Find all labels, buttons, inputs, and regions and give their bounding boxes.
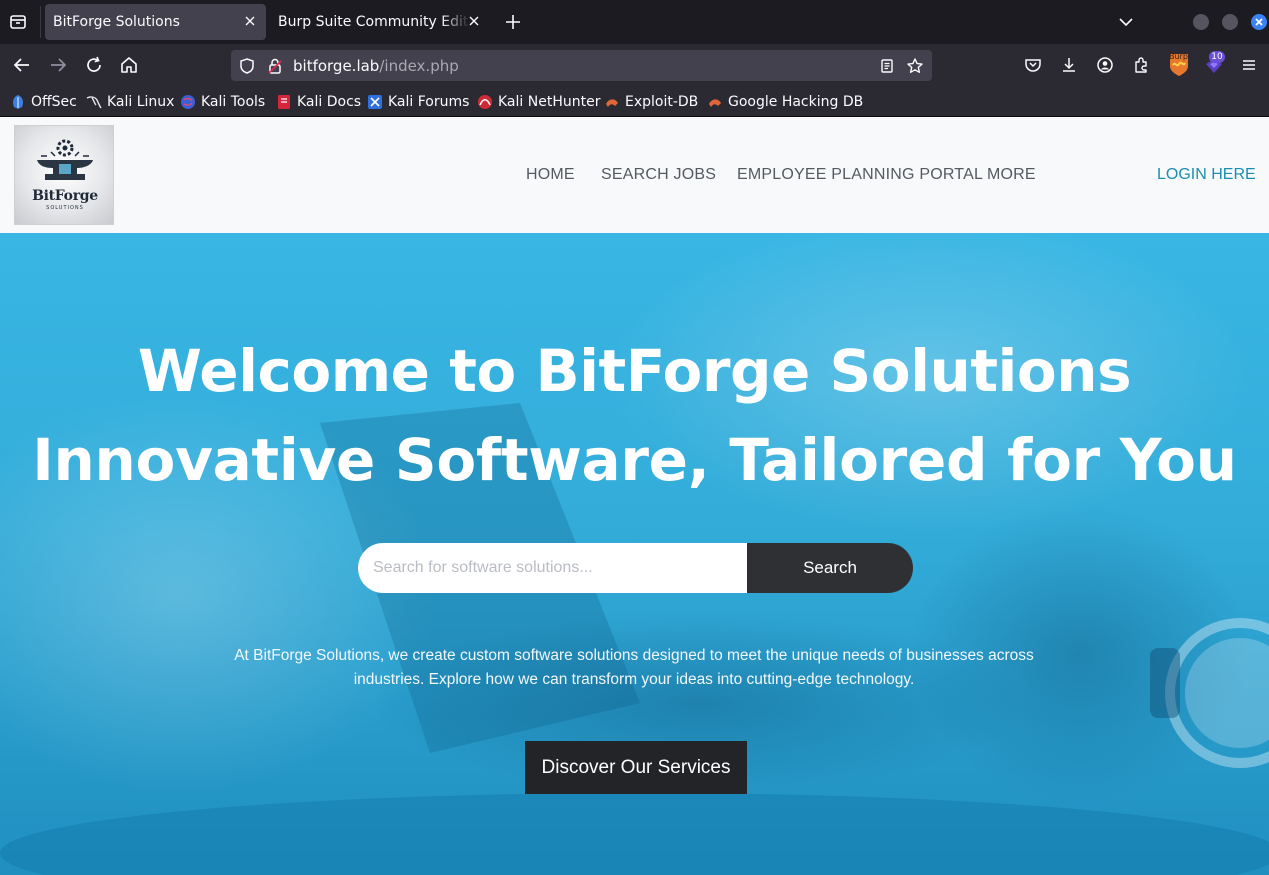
lock-warning-icon[interactable] bbox=[265, 56, 285, 76]
downloads-icon[interactable] bbox=[1058, 54, 1080, 76]
maximize-button[interactable] bbox=[1222, 14, 1238, 30]
tab-list-icon[interactable] bbox=[6, 10, 30, 34]
bookmark-label: Exploit-DB bbox=[625, 94, 699, 110]
kali-tools-icon bbox=[181, 95, 195, 109]
discover-services-button[interactable]: Discover Our Services bbox=[525, 741, 747, 794]
nav-more[interactable]: MORE bbox=[987, 166, 1036, 184]
bookmark-kali-linux[interactable]: Kali Linux bbox=[86, 92, 174, 112]
bookmark-google-hacking-db[interactable]: Google Hacking DB bbox=[707, 92, 863, 112]
bookmark-label: Kali Tools bbox=[201, 94, 266, 110]
extension-badge: 10 bbox=[1209, 51, 1225, 63]
minimize-button[interactable] bbox=[1193, 14, 1209, 30]
hero-title-line1: Welcome to BitForge Solutions bbox=[137, 337, 1132, 405]
tab-title: Burp Suite Community Edition bbox=[278, 14, 470, 30]
chevron-down-icon[interactable] bbox=[1116, 12, 1136, 32]
burp-extension-icon[interactable]: Burp bbox=[1167, 51, 1191, 77]
url-text[interactable]: bitforge.lab/index.php bbox=[293, 57, 459, 75]
offsec-icon bbox=[13, 95, 23, 109]
search-input[interactable] bbox=[358, 543, 747, 593]
bookmark-kali-tools[interactable]: Kali Tools bbox=[180, 92, 265, 112]
tab-bitforge[interactable]: BitForge Solutions bbox=[45, 4, 266, 40]
address-bar[interactable]: bitforge.lab/index.php bbox=[231, 50, 932, 81]
bookmark-kali-docs[interactable]: Kali Docs bbox=[276, 92, 361, 112]
nav-home[interactable]: HOME bbox=[526, 166, 575, 184]
new-tab-icon[interactable] bbox=[502, 11, 524, 33]
bookmark-label: Kali Linux bbox=[107, 94, 175, 110]
window-close-button[interactable] bbox=[1251, 14, 1267, 30]
browser-tab-bar: BitForge Solutions Burp Suite Community … bbox=[0, 0, 1269, 44]
bookmark-kali-nethunter[interactable]: Kali NetHunter bbox=[477, 92, 600, 112]
pocket-icon[interactable] bbox=[1022, 54, 1044, 76]
bookmark-kali-forums[interactable]: Kali Forums bbox=[367, 92, 469, 112]
bookmark-exploit-db[interactable]: Exploit-DB bbox=[604, 92, 698, 112]
back-arrow-icon[interactable] bbox=[10, 53, 34, 77]
search-form: Search bbox=[358, 543, 913, 593]
browser-toolbar: bitforge.lab/index.php Burp bbox=[0, 44, 1269, 86]
nav-employee-planning-portal[interactable]: EMPLOYEE PLANNING PORTAL bbox=[737, 166, 983, 184]
close-tab-icon[interactable] bbox=[466, 13, 482, 29]
bookmark-label: Kali Forums bbox=[388, 94, 470, 110]
nethunter-icon bbox=[478, 95, 492, 109]
hero-title-line2: Innovative Software, Tailored for You bbox=[32, 426, 1237, 494]
kali-dragon-icon bbox=[86, 96, 102, 109]
bookmark-label: Google Hacking DB bbox=[728, 94, 864, 110]
bookmark-label: Kali NetHunter bbox=[498, 94, 601, 110]
hero-description: At BitForge Solutions, we create custom … bbox=[234, 647, 1034, 688]
url-path: /index.php bbox=[379, 57, 459, 75]
kali-forums-icon bbox=[368, 95, 382, 109]
shield-icon[interactable] bbox=[237, 56, 257, 76]
forward-arrow-icon[interactable] bbox=[46, 53, 70, 77]
logo-wordmark: BitForge bbox=[32, 188, 98, 204]
bookmarks-bar: OffSec Kali Linux Kali Tools Kali Docs K… bbox=[0, 86, 1269, 117]
site-header: BitForge SOLUTIONS HOME SEARCH JOBS EMPL… bbox=[0, 117, 1269, 233]
exploitdb-icon bbox=[606, 99, 618, 107]
anvil-gear-icon bbox=[37, 139, 93, 180]
tab-title: BitForge Solutions bbox=[53, 14, 180, 30]
tab-separator bbox=[40, 6, 41, 38]
reload-icon[interactable] bbox=[82, 53, 106, 77]
hamburger-menu-icon[interactable] bbox=[1238, 54, 1260, 76]
web-page: BitForge SOLUTIONS HOME SEARCH JOBS EMPL… bbox=[0, 117, 1269, 875]
login-link[interactable]: LOGIN HERE bbox=[1157, 166, 1256, 184]
burp-icon-text: Burp bbox=[1169, 52, 1188, 61]
bookmark-offsec[interactable]: OffSec bbox=[10, 92, 77, 112]
nav-search-jobs[interactable]: SEARCH JOBS bbox=[601, 166, 716, 184]
tab-burp[interactable]: Burp Suite Community Edition bbox=[270, 4, 490, 40]
home-icon[interactable] bbox=[117, 53, 141, 77]
reader-view-icon[interactable] bbox=[877, 56, 897, 76]
bookmark-label: Kali Docs bbox=[297, 94, 362, 110]
url-host: bitforge.lab bbox=[293, 57, 380, 75]
hero-section: Welcome to BitForge Solutions Innovative… bbox=[0, 233, 1269, 875]
search-button[interactable]: Search bbox=[747, 543, 913, 593]
account-icon[interactable] bbox=[1094, 54, 1116, 76]
logo-subtitle: SOLUTIONS bbox=[46, 205, 84, 211]
close-tab-icon[interactable] bbox=[242, 13, 258, 29]
bitforge-logo[interactable]: BitForge SOLUTIONS bbox=[14, 125, 114, 225]
bookmark-star-icon[interactable] bbox=[905, 56, 925, 76]
bookmark-label: OffSec bbox=[31, 94, 77, 110]
ghdb-icon bbox=[709, 99, 721, 107]
extensions-puzzle-icon[interactable] bbox=[1130, 54, 1152, 76]
kali-docs-icon bbox=[278, 95, 290, 109]
